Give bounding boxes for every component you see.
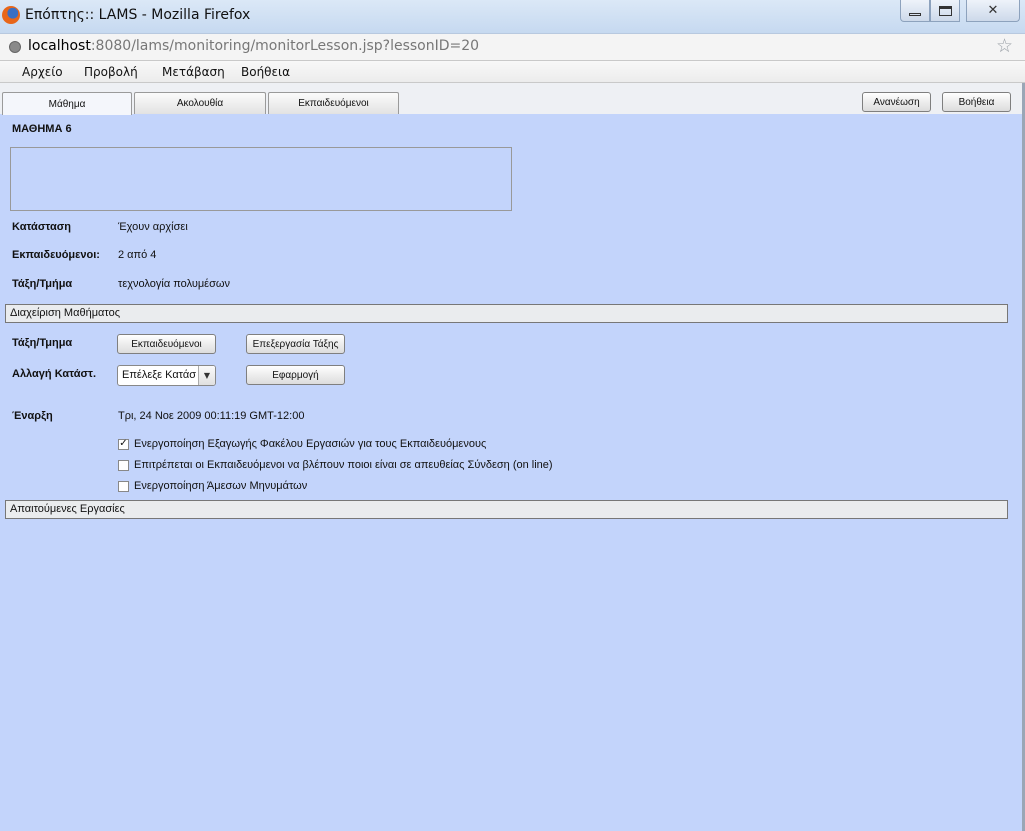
site-identity-icon[interactable] (9, 41, 21, 53)
maximize-button[interactable] (930, 0, 960, 22)
bookmark-star-icon[interactable]: ☆ (996, 35, 1013, 57)
show-online-label: Επιτρέπεται οι Εκπαιδευόμενοι να βλέπουν… (134, 459, 553, 471)
management-class-label: Τάξη/Τμημα (12, 337, 73, 349)
lesson-title: ΜΑΘΗΜΑ 6 (12, 123, 72, 135)
tab-learners[interactable]: Εκπαιδευόμενοι (268, 92, 399, 114)
refresh-button[interactable]: Ανανέωση (862, 92, 931, 112)
change-status-label: Αλλαγή Κατάστ. (12, 368, 97, 380)
close-window-button[interactable]: ✕ (966, 0, 1020, 22)
start-label: Έναρξη (12, 410, 53, 422)
status-select-value: Επέλεξε Κατάσ (122, 369, 197, 381)
menu-help[interactable]: Βοήθεια (241, 65, 290, 79)
status-select[interactable]: Επέλεξε Κατάσ ▼ (117, 365, 216, 386)
chevron-down-icon[interactable]: ▼ (198, 366, 215, 385)
instant-messages-label: Ενεργοποίηση Άμεσων Μηνυμάτων (134, 480, 308, 492)
firefox-logo-icon (2, 6, 20, 24)
apply-button[interactable]: Εφαρμογή (246, 365, 345, 385)
export-portfolio-label: Ενεργοποίηση Εξαγωγής Φακέλου Εργασιών γ… (134, 438, 487, 450)
edit-class-button[interactable]: Επεξεργασία Τάξης (246, 334, 345, 354)
tab-strip: Μάθημα Ακολουθία Εκπαιδευόμενοι Ανανέωση… (0, 83, 1022, 115)
learners-value: 2 από 4 (118, 249, 157, 261)
menu-file[interactable]: Αρχείο (22, 65, 63, 79)
class-value: τεχνολογία πολυμέσων (118, 278, 230, 290)
url-host: localhost (28, 38, 91, 54)
menu-bar: Αρχείο Προβολή Μετάβαση Βοήθεια (0, 61, 1025, 83)
learners-label: Εκπαιδευόμενοι: (12, 249, 100, 261)
menu-go[interactable]: Μετάβαση (162, 65, 225, 79)
minimize-icon (909, 13, 921, 16)
option-export-portfolio[interactable]: ✓ Ενεργοποίηση Εξαγωγής Φακέλου Εργασιών… (118, 438, 486, 450)
url-field[interactable]: localhost:8080/lams/monitoring/monitorLe… (28, 38, 479, 54)
instant-messages-checkbox[interactable] (118, 480, 129, 492)
window-title: Επόπτης:: LAMS - Mozilla Firefox (25, 7, 251, 23)
lesson-management-header: Διαχείριση Μαθήματος (5, 304, 1008, 323)
status-value: Έχουν αρχίσει (118, 221, 188, 233)
option-instant-messages[interactable]: Ενεργοποίηση Άμεσων Μηνυμάτων (118, 480, 307, 492)
option-show-online[interactable]: Επιτρέπεται οι Εκπαιδευόμενοι να βλέπουν… (118, 459, 553, 471)
required-tasks-header: Απαιτούμενες Εργασίες (5, 500, 1008, 519)
minimize-button[interactable] (900, 0, 930, 22)
address-bar[interactable]: localhost:8080/lams/monitoring/monitorLe… (0, 34, 1025, 61)
help-button[interactable]: Βοήθεια (942, 92, 1011, 112)
window-title-bar: Επόπτης:: LAMS - Mozilla Firefox ✕ (0, 0, 1025, 34)
export-portfolio-checkbox[interactable]: ✓ (118, 438, 129, 450)
tab-sequence[interactable]: Ακολουθία (134, 92, 266, 114)
learners-button[interactable]: Εκπαιδευόμενοι (117, 334, 216, 354)
status-label: Κατάσταση (12, 221, 71, 233)
close-icon: ✕ (987, 3, 999, 18)
show-online-checkbox[interactable] (118, 459, 129, 471)
lesson-description-box (10, 147, 512, 211)
url-path: :8080/lams/monitoring/monitorLesson.jsp?… (90, 38, 480, 54)
menu-view[interactable]: Προβολή (84, 65, 138, 79)
monitor-content: Μάθημα Ακολουθία Εκπαιδευόμενοι Ανανέωση… (0, 83, 1022, 831)
class-label: Τάξη/Τμήμα (12, 278, 73, 290)
maximize-icon (938, 5, 952, 16)
start-value: Τρι, 24 Νοε 2009 00:11:19 GMT-12:00 (118, 410, 305, 422)
tab-lesson[interactable]: Μάθημα (2, 92, 132, 115)
